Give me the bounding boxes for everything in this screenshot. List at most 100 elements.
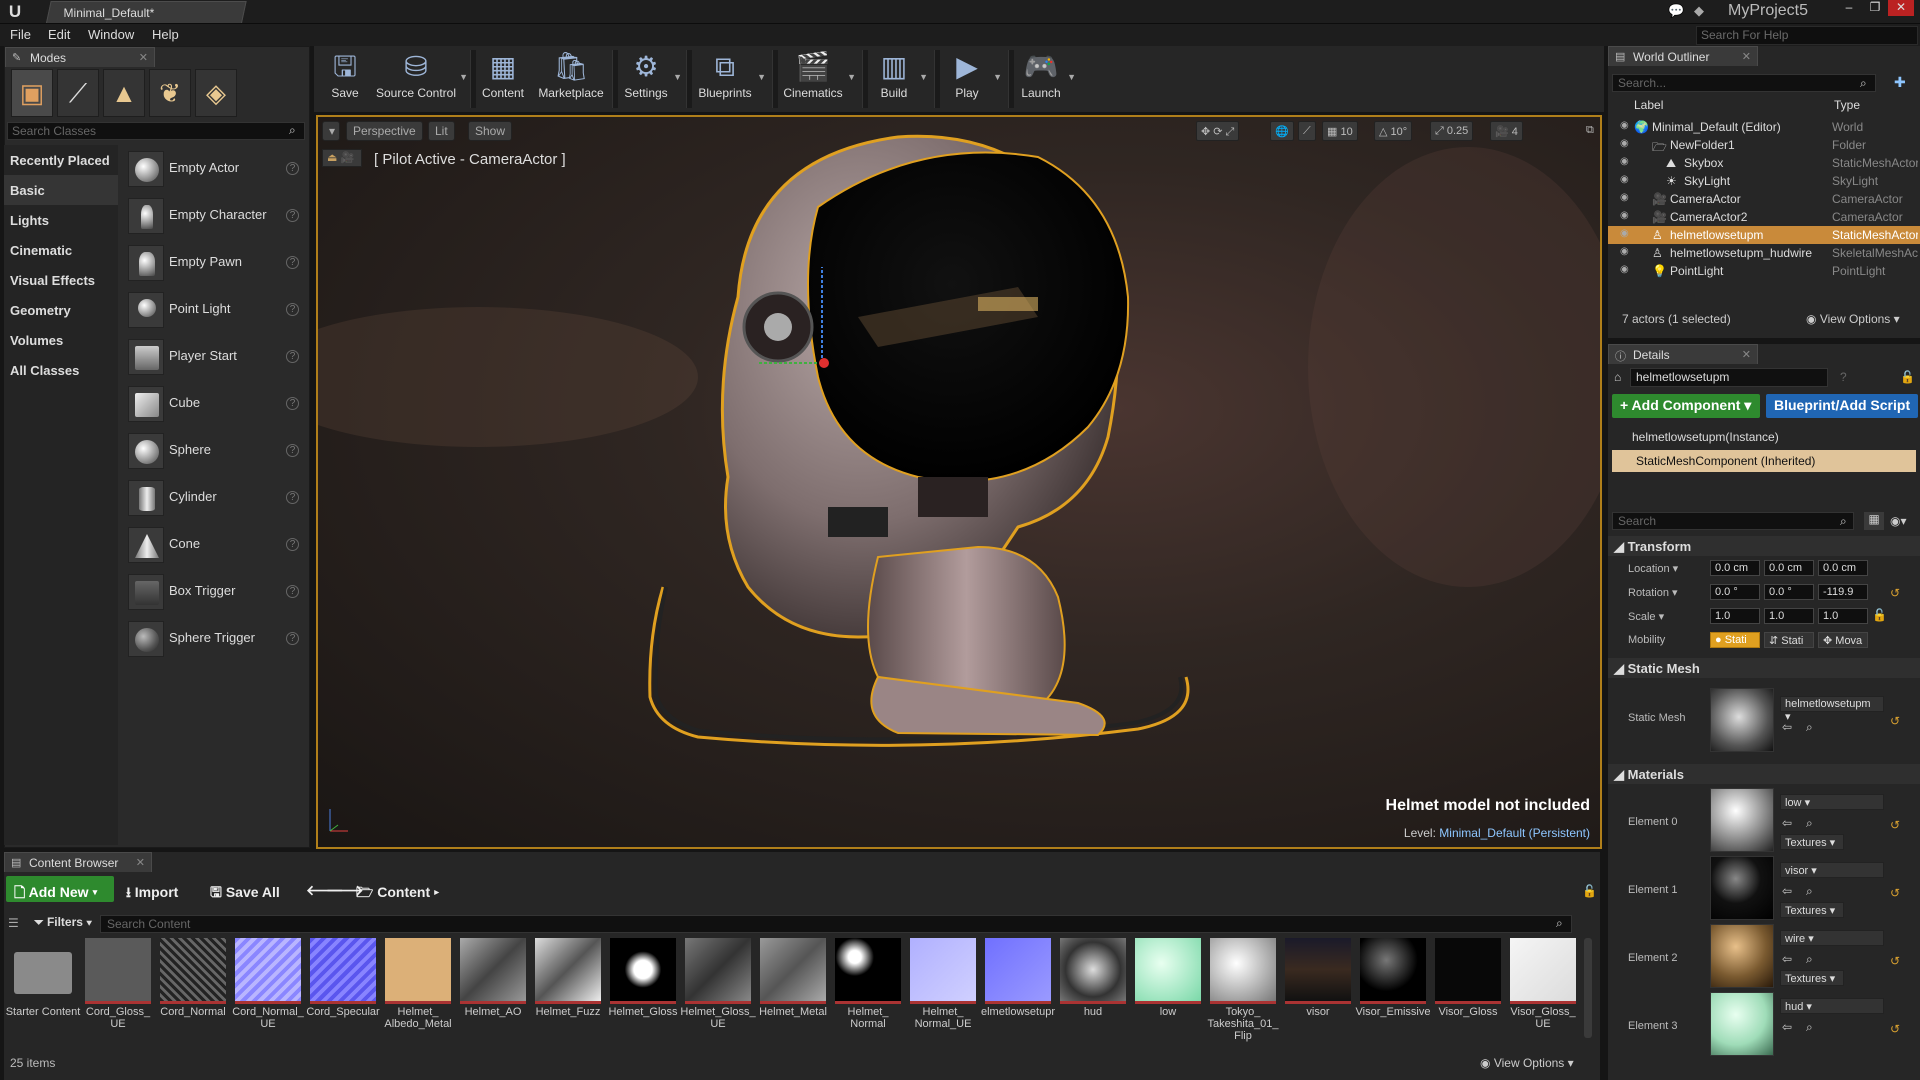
camera-speed-button[interactable]: 🎥 4 [1490,121,1523,141]
asset-tile[interactable]: Visor_Gloss [1433,938,1503,1048]
asset-tile[interactable]: elmetlowsetupr [981,938,1055,1048]
asset-tile[interactable]: Cord_Normal_ UE [232,938,304,1048]
rotation-z-field[interactable]: -119.9 [1818,584,1868,600]
actor-item[interactable]: Cylinder? [124,474,306,520]
materials-section-header[interactable]: ◢ Materials [1608,764,1920,784]
textures-dropdown[interactable]: Textures ▾ [1780,970,1844,986]
help-icon[interactable]: ? [286,162,299,175]
asset-tile[interactable]: low [1133,938,1203,1048]
place-mode-button[interactable]: ▣ [11,69,53,117]
build-button[interactable]: ▥ Build ▼ [870,48,928,110]
reset-arrow-icon[interactable]: ↺ [1890,818,1900,832]
close-tab-icon[interactable]: ✕ [136,856,145,869]
content-button[interactable]: ▦ Content [478,48,528,110]
visibility-eye-icon[interactable]: ◉ [1620,138,1634,149]
label-column-header[interactable]: Label [1634,98,1663,118]
source-control-button[interactable]: ⛁ Source Control ▼ [374,48,468,110]
cinematics-button[interactable]: 🎬 Cinematics ▼ [780,48,856,110]
outliner-row[interactable]: ◉ ♙ helmetlowsetupm StaticMeshActor [1608,226,1920,244]
lock-icon[interactable]: 🔓 [1872,608,1887,622]
menu-file[interactable]: File [10,27,31,42]
scale-x-field[interactable]: 1.0 [1710,608,1760,624]
help-icon[interactable]: ? [286,209,299,222]
landscape-mode-button[interactable]: ▲ [103,69,145,117]
instance-row[interactable]: helmetlowsetupm(Instance) [1608,426,1920,448]
path-breadcrumb[interactable]: 🗁 Content ▸ [356,882,439,906]
material-thumbnail[interactable] [1710,992,1774,1056]
location-y-field[interactable]: 0.0 cm [1764,560,1814,576]
details-tab[interactable]: ⓘ Details ✕ [1608,344,1758,364]
actor-item[interactable]: Empty Pawn? [124,239,306,285]
outliner-row[interactable]: ◉ ♙ helmetlowsetupm_hudwire SkeletalMeshAct… [1608,244,1920,262]
transform-section-header[interactable]: ◢ Transform [1608,536,1920,556]
help-icon[interactable]: ? [286,303,299,316]
browse-icon[interactable]: ⌕ [1806,816,1813,831]
play-button[interactable]: ▶ Play ▼ [942,48,1002,110]
category-recently-placed[interactable]: Recently Placed [4,145,118,175]
static-mesh-section-header[interactable]: ◢ Static Mesh [1608,658,1920,678]
perspective-button[interactable]: Perspective [346,121,423,141]
asset-tile[interactable]: Helmet_Metal [758,938,828,1048]
help-icon[interactable]: ? [286,632,299,645]
asset-tile[interactable]: Visor_Emissive [1356,938,1431,1048]
modes-tab[interactable]: ✎ Modes ✕ [5,47,155,67]
launch-button[interactable]: 🎮 Launch ▼ [1016,48,1076,110]
content-search-input[interactable]: Search Content [100,915,1572,933]
static-mesh-dropdown[interactable]: helmetlowsetupm ▾ [1780,696,1884,723]
actor-item[interactable]: Empty Actor? [124,145,306,191]
material-thumbnail[interactable] [1710,924,1774,988]
eye-icon[interactable]: ◉▾ [1890,514,1907,528]
outliner-row[interactable]: ◉ 🎥 CameraActor CameraActor [1608,190,1920,208]
visibility-eye-icon[interactable]: ◉ [1620,174,1634,185]
category-visual-effects[interactable]: Visual Effects [4,265,118,295]
browse-icon[interactable]: ⌕ [1806,884,1813,899]
visibility-eye-icon[interactable]: ◉ [1620,228,1634,239]
location-x-field[interactable]: 0.0 cm [1710,560,1760,576]
menu-help[interactable]: Help [152,27,179,42]
visibility-eye-icon[interactable]: ◉ [1620,120,1634,131]
use-selected-arrow-icon[interactable]: ⇦ [1782,952,1792,966]
maximize-viewport-icon[interactable]: ⧉ [1582,121,1598,141]
level-viewport[interactable]: ▾ Perspective Lit Show ✥ ⟳ ⤢ 🌐 ⟋ ▦ 10 △ … [316,115,1602,849]
location-label[interactable]: Location ▾ [1628,562,1678,575]
material-thumbnail[interactable] [1710,856,1774,920]
reset-arrow-icon[interactable]: ↺ [1890,714,1900,728]
rotation-y-field[interactable]: 0.0 ° [1764,584,1814,600]
property-matrix-icon[interactable]: ▦ [1864,512,1884,530]
geometry-mode-button[interactable]: ◈ [195,69,237,117]
world-outliner-tab[interactable]: ▤ World Outliner ✕ [1608,46,1758,66]
scale-y-field[interactable]: 1.0 [1764,608,1814,624]
visibility-eye-icon[interactable]: ◉ [1620,246,1634,257]
add-component-button[interactable]: + Add Component ▾ [1612,394,1760,418]
reset-arrow-icon[interactable]: ↺ [1890,886,1900,900]
use-selected-arrow-icon[interactable]: ⇦ [1782,1020,1792,1034]
material-dropdown[interactable]: wire ▾ [1780,930,1884,946]
mobility-stationary-button[interactable]: ⇵ Stati [1764,632,1814,648]
transform-mode-buttons[interactable]: ✥ ⟳ ⤢ [1196,121,1240,141]
sources-toggle-icon[interactable]: ☰ [8,916,19,930]
lock-icon[interactable]: 🔓 [1582,884,1597,898]
details-search-input[interactable]: Search [1612,512,1854,530]
chat-icon[interactable]: 💬 [1668,3,1684,19]
paint-mode-button[interactable]: ⟋ [57,69,99,117]
document-tab[interactable]: Minimal_Default* [46,1,247,23]
search-classes-input[interactable]: Search Classes [7,122,305,140]
outliner-row[interactable]: ◉ ☀ SkyLight SkyLight [1608,172,1920,190]
minimize-button[interactable]: ‒ [1836,0,1862,16]
blueprint-add-script-button[interactable]: Blueprint/Add Script [1766,394,1918,418]
help-icon[interactable]: ? [286,538,299,551]
content-view-options[interactable]: ◉ View Options ▾ [1480,1056,1574,1070]
close-button[interactable]: ✕ [1888,0,1914,16]
rotation-label[interactable]: Rotation ▾ [1628,586,1678,599]
show-button[interactable]: Show [468,121,513,141]
save-all-button[interactable]: 🖫 Save All [210,882,280,906]
blueprints-button[interactable]: ⧉ Blueprints ▼ [694,48,766,110]
outliner-search-input[interactable]: Search... [1612,74,1876,92]
content-browser-tab[interactable]: ▤ Content Browser ✕ [4,852,152,872]
help-icon[interactable]: ? [286,350,299,363]
outliner-row[interactable]: ◉ 🗁 NewFolder1 Folder [1608,136,1920,154]
asset-tile[interactable]: Cord_Gloss_ UE [83,938,153,1048]
help-icon[interactable]: ? [286,256,299,269]
foliage-mode-button[interactable]: ❦ [149,69,191,117]
outliner-row[interactable]: ◉ 🎥 CameraActor2 CameraActor [1608,208,1920,226]
